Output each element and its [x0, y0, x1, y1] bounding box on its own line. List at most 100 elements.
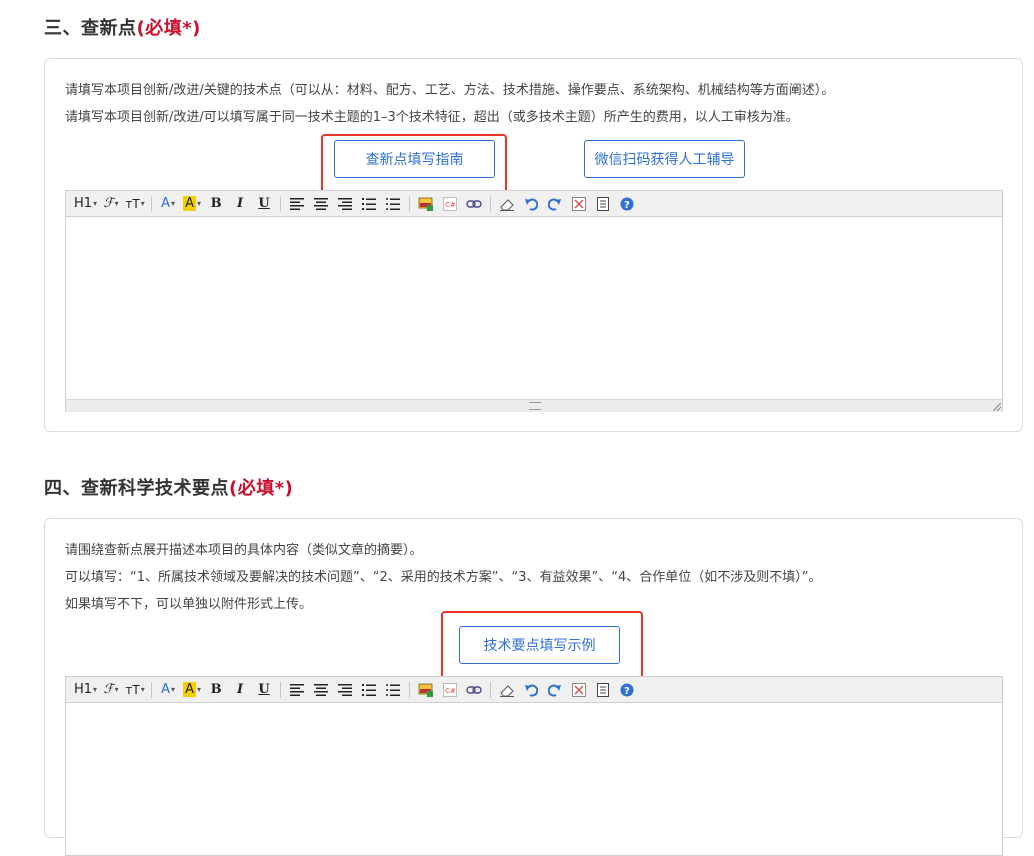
undo-button[interactable]	[521, 194, 541, 214]
image-icon	[418, 683, 434, 697]
section-3-title: 三、查新点(必填*)	[44, 14, 201, 40]
help-button[interactable]: ?	[617, 680, 637, 700]
align-left-button[interactable]	[287, 194, 307, 214]
code-icon: C#	[443, 682, 458, 697]
font-size-dropdown[interactable]: тT ▾	[125, 194, 145, 214]
toolbar-divider	[151, 681, 153, 698]
underline-button[interactable]: U	[254, 680, 274, 700]
rich-text-editor-4: H1 ▾ ℱ ▾ тT ▾ A ▾ A ▾ B I U C# ?	[65, 676, 1003, 856]
resize-handle-icon[interactable]	[993, 403, 1001, 411]
undo-icon	[525, 684, 539, 697]
undo-icon	[525, 198, 539, 211]
technical-points-example-button[interactable]: 技术要点填写示例	[459, 626, 620, 664]
insert-image-button[interactable]	[416, 194, 436, 214]
svg-text:C#: C#	[445, 201, 456, 209]
redo-button[interactable]	[545, 680, 565, 700]
toolbar-divider	[490, 681, 492, 698]
svg-text:C#: C#	[445, 687, 456, 695]
toolbar-divider	[409, 681, 411, 698]
bold-icon: B	[210, 196, 222, 211]
italic-icon: I	[237, 196, 244, 211]
insert-link-button[interactable]	[464, 194, 484, 214]
font-color-dropdown[interactable]: A ▾	[158, 680, 178, 700]
clear-format-button[interactable]	[497, 194, 517, 214]
align-left-button[interactable]	[287, 680, 307, 700]
font-icon: ℱ	[103, 196, 114, 211]
source-button[interactable]	[593, 194, 613, 214]
font-color-icon: A	[161, 196, 170, 211]
heading-dropdown[interactable]: H1 ▾	[74, 194, 97, 214]
bold-button[interactable]: B	[206, 680, 226, 700]
fullscreen-icon	[572, 682, 587, 697]
editor-content-area[interactable]	[66, 217, 1002, 399]
eraser-icon	[500, 684, 515, 697]
toolbar-divider	[490, 195, 492, 212]
unordered-list-icon	[386, 197, 401, 210]
svg-text:?: ?	[624, 200, 630, 211]
align-right-button[interactable]	[335, 194, 355, 214]
link-icon	[466, 685, 482, 694]
italic-icon: I	[237, 682, 244, 697]
bold-button[interactable]: B	[206, 194, 226, 214]
source-button[interactable]	[593, 680, 613, 700]
wechat-assist-button[interactable]: 微信扫码获得人工辅导	[584, 140, 745, 178]
redo-icon	[548, 684, 562, 697]
drag-grip-icon[interactable]	[529, 402, 541, 410]
image-icon	[418, 197, 434, 211]
help-button[interactable]: ?	[617, 194, 637, 214]
unordered-list-button[interactable]	[383, 680, 403, 700]
section-3-desc-1: 请填写本项目创新/改进/关键的技术点（可以从：材料、配方、工艺、方法、技术措施、…	[65, 83, 835, 98]
document-icon	[597, 196, 610, 211]
toolbar-divider	[280, 195, 282, 212]
section-4-desc-1: 请围绕查新点展开描述本项目的具体内容（类似文章的摘要）。	[65, 543, 423, 558]
align-right-button[interactable]	[335, 680, 355, 700]
help-icon: ?	[620, 683, 634, 697]
section-4-desc-2: 可以填写：“1、所属技术领域及要解决的技术问题”、“2、采用的技术方案”、“3、…	[65, 570, 822, 585]
ordered-list-button[interactable]	[359, 194, 379, 214]
font-color-dropdown[interactable]: A ▾	[158, 194, 178, 214]
unordered-list-icon	[386, 683, 401, 696]
clear-format-button[interactable]	[497, 680, 517, 700]
insert-link-button[interactable]	[464, 680, 484, 700]
link-icon	[466, 199, 482, 208]
highlight-dropdown[interactable]: A ▾	[182, 194, 202, 214]
font-icon: ℱ	[103, 682, 114, 697]
align-left-icon	[290, 197, 305, 210]
insert-code-button[interactable]: C#	[440, 680, 460, 700]
code-icon: C#	[443, 196, 458, 211]
ordered-list-button[interactable]	[359, 680, 379, 700]
font-family-dropdown[interactable]: ℱ ▾	[101, 194, 121, 214]
font-family-dropdown[interactable]: ℱ ▾	[101, 680, 121, 700]
redo-button[interactable]	[545, 194, 565, 214]
editor-toolbar: H1 ▾ ℱ ▾ тT ▾ A ▾ A ▾ B I U C# ?	[66, 191, 1002, 217]
editor-content-area[interactable]	[66, 703, 1002, 853]
help-icon: ?	[620, 197, 634, 211]
align-right-icon	[338, 197, 353, 210]
rich-text-editor-3: H1 ▾ ℱ ▾ тT ▾ A ▾ A ▾ B I U C# ?	[65, 190, 1003, 412]
highlight-dropdown[interactable]: A ▾	[182, 680, 202, 700]
font-size-icon: тT	[125, 196, 140, 211]
align-center-button[interactable]	[311, 680, 331, 700]
underline-button[interactable]: U	[254, 194, 274, 214]
fullscreen-button[interactable]	[569, 194, 589, 214]
insert-image-button[interactable]	[416, 680, 436, 700]
align-center-button[interactable]	[311, 194, 331, 214]
align-center-icon	[314, 683, 329, 696]
fullscreen-button[interactable]	[569, 680, 589, 700]
unordered-list-button[interactable]	[383, 194, 403, 214]
highlight-color-icon: A	[183, 682, 196, 697]
svg-text:?: ?	[624, 686, 630, 697]
bold-icon: B	[210, 682, 222, 697]
font-size-dropdown[interactable]: тT ▾	[125, 680, 145, 700]
undo-button[interactable]	[521, 680, 541, 700]
section-4-title: 四、查新科学技术要点(必填*)	[44, 474, 293, 500]
required-mark: (必填*)	[229, 478, 294, 499]
section-3-desc-2: 请填写本项目创新/改进/可以填写属于同一技术主题的1–3个技术特征，超出（或多技…	[65, 110, 799, 125]
insert-code-button[interactable]: C#	[440, 194, 460, 214]
italic-button[interactable]: I	[230, 194, 250, 214]
heading-dropdown[interactable]: H1 ▾	[74, 680, 97, 700]
novelty-guide-button[interactable]: 查新点填写指南	[334, 140, 495, 178]
italic-button[interactable]: I	[230, 680, 250, 700]
section-4-title-text: 四、查新科学技术要点	[44, 478, 229, 499]
toolbar-divider	[409, 195, 411, 212]
